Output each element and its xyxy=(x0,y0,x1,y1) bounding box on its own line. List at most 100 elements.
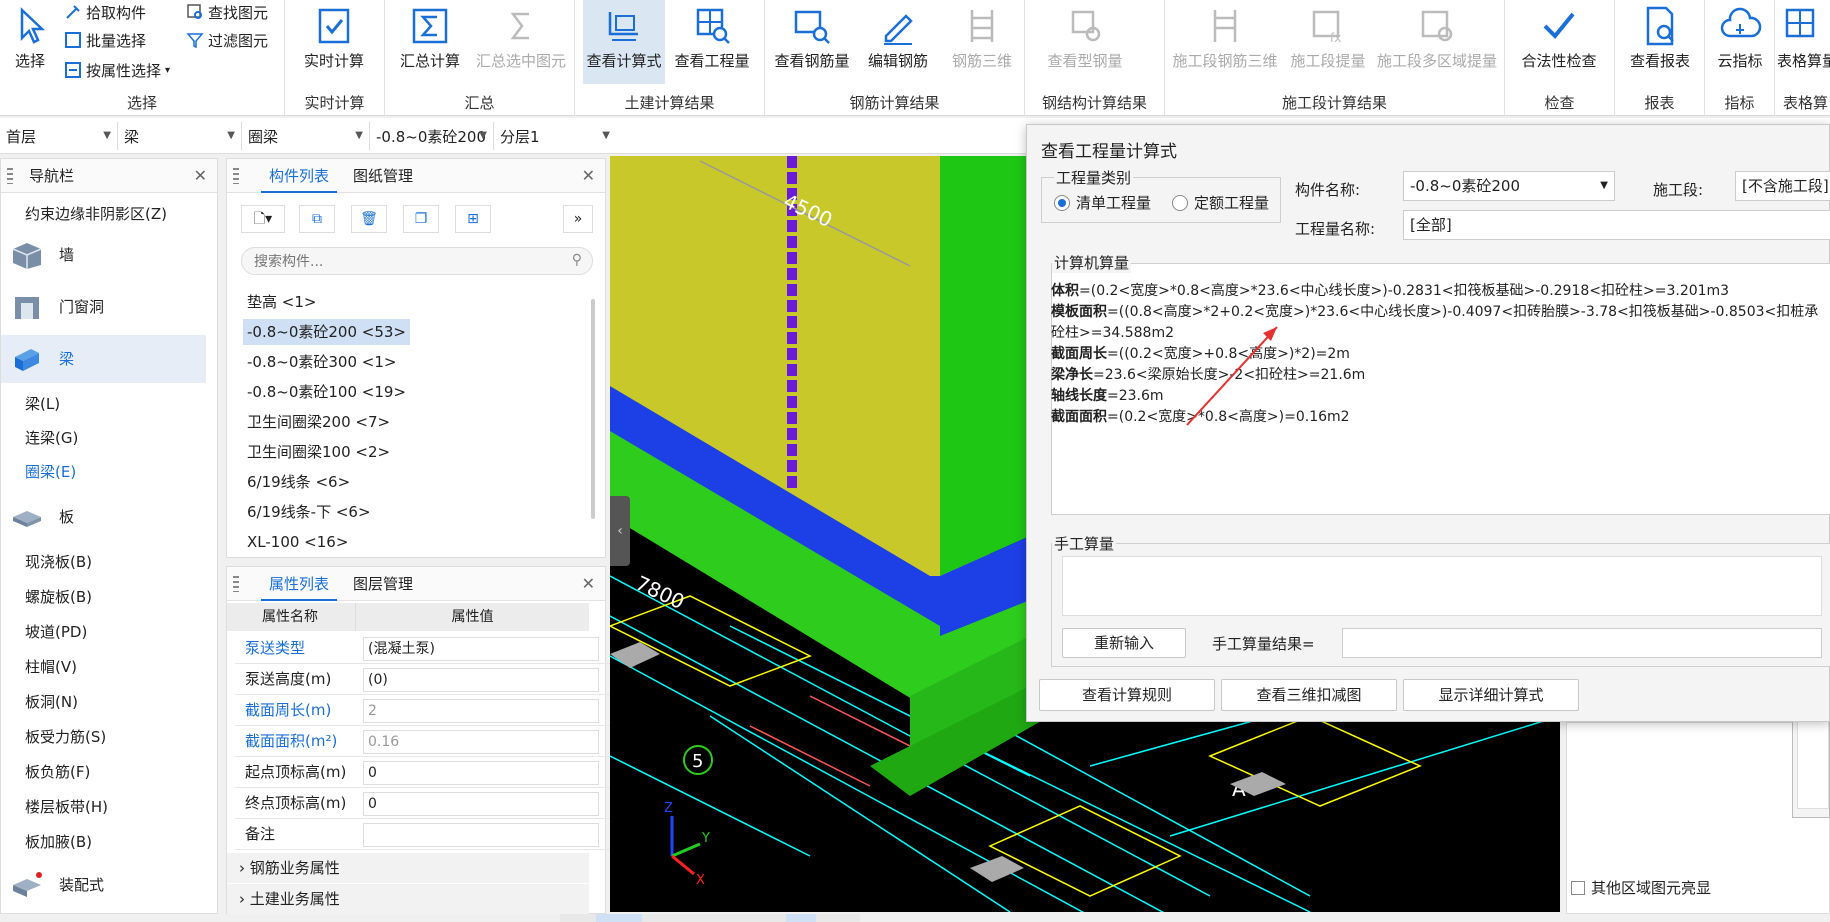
attr-value[interactable]: 0.16 xyxy=(363,730,599,754)
nav-item-boundary[interactable]: 约束边缘非阴影区(Z) xyxy=(1,201,206,227)
find-element-button[interactable]: 查找图元 xyxy=(186,0,268,24)
search-input[interactable] xyxy=(254,252,554,272)
cloud-index-button[interactable]: 云指标 xyxy=(1699,0,1781,84)
nav-item-slab-haunch[interactable]: 板加腋(B) xyxy=(1,829,206,855)
export-button[interactable]: ⊞ xyxy=(455,205,491,233)
tab-component-list[interactable]: 构件列表 xyxy=(261,159,338,193)
nav-cat-slab[interactable]: 板 xyxy=(1,493,206,541)
nav-item-link-beam[interactable]: 连梁(G) xyxy=(1,425,206,451)
delete-button[interactable]: 🗑 xyxy=(351,205,387,233)
list-item[interactable]: -0.8~0素砼300 <1> xyxy=(243,349,400,375)
view-steel-button[interactable]: 查看型钢量 xyxy=(1035,0,1135,84)
tab-layer-management[interactable]: 图层管理 xyxy=(345,567,421,601)
drag-handle-icon[interactable] xyxy=(233,576,239,592)
filter-element-button[interactable]: 过滤图元 xyxy=(186,28,268,52)
view-quantity-button[interactable]: 查看工程量 xyxy=(671,0,753,84)
stage-select[interactable]: [不含施工段] xyxy=(1735,171,1830,201)
list-item[interactable]: XL-100 <16> xyxy=(243,529,352,555)
search-box[interactable]: ⚲ xyxy=(241,247,593,275)
manual-qty-input[interactable] xyxy=(1062,556,1822,616)
close-icon[interactable]: ✕ xyxy=(194,166,207,185)
component-subtype-select[interactable]: 圈梁 ▼ xyxy=(242,122,370,150)
copy-button[interactable]: ⧉ xyxy=(299,205,335,233)
select-by-attribute-button[interactable]: 按属性选择 ▾ xyxy=(64,58,170,82)
section-civil-attrs[interactable]: › 土建业务属性 xyxy=(227,884,589,914)
table-qty-button[interactable]: 表格算量 xyxy=(1777,0,1830,84)
pick-component-button[interactable]: 拾取构件 xyxy=(64,0,146,24)
component-name-select[interactable]: -0.8~0素砼200 ▼ xyxy=(370,122,494,150)
nav-item-slab-rebar[interactable]: 板受力筋(S) xyxy=(1,724,206,750)
list-item-selected[interactable]: -0.8~0素砼200 <53> xyxy=(243,319,411,345)
select-button[interactable]: 选择 xyxy=(0,0,60,84)
batch-select-button[interactable]: 批量选择 xyxy=(64,28,146,52)
list-item[interactable]: 垫高 <1> xyxy=(243,289,320,315)
view-rebar-button[interactable]: 查看钢筋量 xyxy=(769,0,855,84)
manual-result-field[interactable] xyxy=(1342,628,1822,658)
drag-handle-icon[interactable] xyxy=(233,168,239,184)
stage-multi-area-button[interactable]: 施工段多区域提量 xyxy=(1371,0,1503,84)
list-item[interactable]: 卫生间圈梁200 <7> xyxy=(243,409,394,435)
collapse-panel-button[interactable]: ‹ xyxy=(610,496,630,566)
view-3d-deduction-button[interactable]: 查看三维扣减图 xyxy=(1221,679,1397,711)
stage-rebar-3d-icon xyxy=(1213,10,1237,42)
list-item[interactable]: 6/19线条 <6> xyxy=(243,469,354,495)
summary-calc-button[interactable]: 汇总计算 xyxy=(389,0,471,84)
tab-attribute-list[interactable]: 属性列表 xyxy=(261,567,338,601)
expand-button[interactable]: » xyxy=(563,205,593,233)
radio-norm-qty[interactable]: 定额工程量 xyxy=(1172,192,1269,213)
comp-name-select[interactable]: -0.8~0素砼200 ▼ xyxy=(1403,171,1615,201)
bottom-toolbar-button[interactable] xyxy=(596,914,642,922)
radio-bill-qty[interactable]: 清单工程量 xyxy=(1054,192,1151,213)
stage-qty-button[interactable]: fx 施工段提量 xyxy=(1285,0,1371,84)
view-report-button[interactable]: 查看报表 xyxy=(1619,0,1701,84)
nav-cat-prefab[interactable]: 装配式 xyxy=(1,861,206,909)
layer-copy-button[interactable]: ❐ xyxy=(403,205,439,233)
attr-value[interactable]: 2 xyxy=(363,699,599,723)
list-item[interactable]: 6/19线条-下 <6> xyxy=(243,499,375,525)
qty-name-select[interactable]: [全部] xyxy=(1403,210,1830,240)
close-icon[interactable]: ✕ xyxy=(582,166,595,185)
nav-item-column-cap[interactable]: 柱帽(V) xyxy=(1,654,206,680)
show-detailed-formula-button[interactable]: 显示详细计算式 xyxy=(1403,679,1579,711)
nav-cat-door-window[interactable]: 门窗洞 xyxy=(1,283,206,331)
checkbox[interactable] xyxy=(1571,880,1585,895)
nav-cat-wall[interactable]: 墙 xyxy=(1,231,206,279)
layer-select[interactable]: 分层1 ▼ xyxy=(494,122,616,150)
stage-rebar-3d-button[interactable]: 施工段钢筋三维 xyxy=(1167,0,1283,84)
tab-drawing-management[interactable]: 图纸管理 xyxy=(345,159,421,193)
summary-selected-button[interactable]: 汇总选中图元 xyxy=(471,0,571,84)
section-rebar-attrs[interactable]: › 钢筋业务属性 xyxy=(227,853,589,883)
nav-item-ring-beam[interactable]: 圈梁(E) xyxy=(1,459,206,485)
nav-item-spiral-slab[interactable]: 螺旋板(B) xyxy=(1,584,206,610)
nav-item-floor-strip[interactable]: 楼层板带(H) xyxy=(1,794,206,820)
attr-value[interactable]: (混凝土泵) xyxy=(363,637,599,661)
view-formula-button[interactable]: 查看计算式 xyxy=(583,0,665,84)
nav-item-beam-l[interactable]: 梁(L) xyxy=(1,391,206,417)
drag-handle-icon[interactable] xyxy=(7,168,13,184)
nav-cat-beam[interactable]: 梁 xyxy=(1,335,206,383)
attr-value[interactable]: 0 xyxy=(363,792,599,816)
nav-item-slab-hole[interactable]: 板洞(N) xyxy=(1,689,206,715)
attr-value[interactable]: 0 xyxy=(363,761,599,785)
new-component-button[interactable]: 🗋▾ xyxy=(241,205,285,233)
list-item[interactable]: 卫生间圈梁100 <2> xyxy=(243,439,394,465)
bottom-toolbar-button[interactable] xyxy=(786,914,816,922)
floor-select[interactable]: 首层 ▼ xyxy=(0,122,118,150)
list-item[interactable]: -0.8~0素砼100 <19> xyxy=(243,379,410,405)
group-title-civil: 土建计算结果 xyxy=(624,94,715,112)
edit-rebar-button[interactable]: 编辑钢筋 xyxy=(857,0,939,84)
rebar-3d-button[interactable]: 钢筋三维 xyxy=(941,0,1023,84)
reinput-button[interactable]: 重新输入 xyxy=(1062,628,1186,658)
nav-item-slab-neg-rebar[interactable]: 板负筋(F) xyxy=(1,759,206,785)
realtime-calc-button[interactable]: 实时计算 xyxy=(293,0,375,84)
close-icon[interactable]: ✕ xyxy=(582,574,595,593)
scrollbar[interactable] xyxy=(591,299,595,519)
nav-item-cast-slab[interactable]: 现浇板(B) xyxy=(1,549,206,575)
attr-value[interactable] xyxy=(363,823,599,847)
view-calc-rule-button[interactable]: 查看计算规则 xyxy=(1039,679,1215,711)
legality-check-button[interactable]: 合法性检查 xyxy=(1509,0,1609,84)
nav-item-ramp[interactable]: 坡道(PD) xyxy=(1,619,206,645)
component-type-select[interactable]: 梁 ▼ xyxy=(118,122,242,150)
attr-value[interactable]: (0) xyxy=(363,668,599,692)
other-area-highlight-option[interactable]: 其他区域图元亮显 xyxy=(1571,877,1711,898)
